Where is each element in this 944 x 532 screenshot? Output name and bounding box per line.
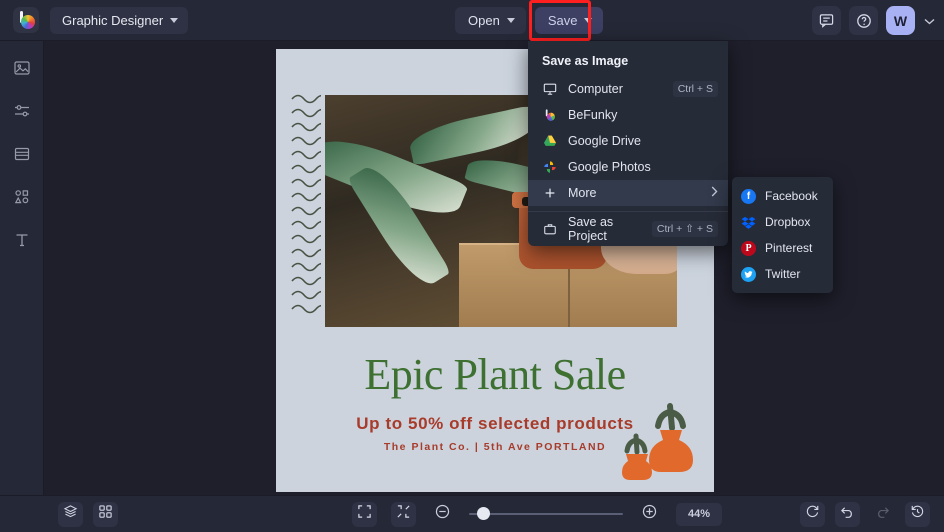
plant-pots-illustration[interactable]	[612, 402, 702, 486]
avatar-initial: W	[894, 13, 907, 29]
befunky-logo[interactable]	[13, 7, 39, 33]
chevron-right-icon	[711, 186, 718, 200]
befunky-icon	[542, 108, 558, 122]
logo-color-wheel	[21, 15, 35, 29]
undo-button[interactable]	[835, 502, 860, 527]
sidebar-item-graphics[interactable]	[7, 186, 37, 212]
briefcase-icon	[542, 222, 558, 236]
fit-screen-button[interactable]	[352, 502, 377, 527]
zoom-controls: 44%	[352, 502, 722, 527]
sidebar-item-text[interactable]	[7, 229, 37, 255]
pinterest-icon: P	[741, 241, 756, 256]
sidebar-item-edit-adjust[interactable]	[7, 100, 37, 126]
computer-icon	[542, 82, 558, 96]
save-menu[interactable]: Save as Image Computer Ctrl + S BeFunky	[528, 41, 728, 246]
menu-item-label: Computer	[568, 82, 663, 96]
menu-item-computer[interactable]: Computer Ctrl + S	[528, 76, 728, 102]
redo-button[interactable]	[870, 502, 895, 527]
menu-item-save-as-project[interactable]: Save as Project Ctrl + ⇧ + S	[528, 216, 728, 242]
zoom-slider-track	[469, 513, 623, 515]
layers-icon	[63, 504, 78, 524]
zoom-out-icon	[434, 503, 451, 525]
layers-button[interactable]	[58, 502, 83, 527]
sidebar-item-templates[interactable]	[7, 143, 37, 169]
chevron-down-icon	[584, 18, 592, 23]
open-button[interactable]: Open	[455, 7, 526, 34]
chevron-down-icon	[170, 18, 178, 23]
history-icon	[910, 504, 925, 524]
menu-divider	[528, 211, 728, 212]
zoom-level-value[interactable]: 44%	[676, 503, 722, 526]
menu-item-google-photos[interactable]: Google Photos	[528, 154, 728, 180]
twitter-icon	[741, 267, 756, 282]
zoom-slider-handle[interactable]	[477, 507, 490, 520]
fit-content-button[interactable]	[391, 502, 416, 527]
sliders-icon	[13, 102, 31, 125]
history-button[interactable]	[905, 502, 930, 527]
save-menu-title: Save as Image	[528, 47, 728, 76]
open-label: Open	[468, 13, 500, 28]
save-button[interactable]: Save	[535, 7, 604, 34]
chat-icon[interactable]	[812, 6, 841, 35]
menu-item-google-drive[interactable]: Google Drive	[528, 128, 728, 154]
canvas-headline[interactable]: Epic Plant Sale	[276, 349, 714, 400]
menu-item-shortcut: Ctrl + S	[673, 81, 718, 97]
left-sidebar	[0, 41, 44, 532]
grid-icon	[98, 504, 113, 524]
bottom-toolbar: 44%	[0, 495, 944, 532]
menu-item-label: BeFunky	[568, 108, 718, 122]
google-photos-icon	[542, 160, 558, 174]
reset-icon	[805, 504, 820, 524]
menu-item-befunky[interactable]: BeFunky	[528, 102, 728, 128]
user-avatar[interactable]: W	[886, 6, 915, 35]
redo-icon	[875, 504, 890, 524]
submenu-item-label: Twitter	[765, 267, 800, 281]
document-name-label: Graphic Designer	[62, 13, 163, 28]
submenu-item-label: Dropbox	[765, 215, 810, 229]
submenu-item-label: Pinterest	[765, 241, 812, 255]
account-chevron-down-icon[interactable]	[924, 12, 935, 30]
center-actions: Open Save	[455, 7, 603, 34]
save-button-wrapper: Save	[535, 7, 604, 34]
image-icon	[13, 59, 31, 82]
zoom-in-icon	[641, 503, 658, 525]
document-name-dropdown[interactable]: Graphic Designer	[50, 7, 188, 34]
menu-item-label: Google Photos	[568, 160, 718, 174]
dropbox-icon	[741, 215, 756, 230]
bottom-right-tools	[800, 502, 930, 527]
zoom-out-button[interactable]	[430, 502, 455, 527]
text-icon	[13, 231, 31, 254]
submenu-item-pinterest[interactable]: P Pinterest	[732, 235, 833, 261]
menu-item-label: More	[568, 186, 701, 200]
shapes-icon	[13, 188, 31, 211]
submenu-item-twitter[interactable]: Twitter	[732, 261, 833, 287]
facebook-icon: f	[741, 189, 756, 204]
zoom-in-button[interactable]	[637, 502, 662, 527]
bottom-left-tools	[58, 502, 118, 527]
menu-item-more[interactable]: More	[528, 180, 728, 206]
submenu-item-dropbox[interactable]: Dropbox	[732, 209, 833, 235]
submenu-item-facebook[interactable]: f Facebook	[732, 183, 833, 209]
thumbnails-button[interactable]	[93, 502, 118, 527]
save-label: Save	[548, 13, 578, 28]
google-drive-icon	[542, 134, 558, 148]
submenu-item-label: Facebook	[765, 189, 818, 203]
plus-icon	[542, 186, 558, 200]
templates-icon	[13, 145, 31, 168]
chevron-down-icon	[507, 18, 515, 23]
help-icon[interactable]	[849, 6, 878, 35]
top-bar: Graphic Designer Open Save	[0, 0, 944, 41]
zoom-slider[interactable]	[469, 507, 623, 521]
menu-item-label: Save as Project	[568, 215, 642, 243]
right-actions: W	[812, 6, 935, 35]
undo-icon	[840, 504, 855, 524]
fit-content-icon	[396, 504, 411, 524]
sidebar-item-image-manager[interactable]	[7, 57, 37, 83]
reset-button[interactable]	[800, 502, 825, 527]
more-submenu[interactable]: f Facebook Dropbox P Pinterest Twitter	[732, 177, 833, 293]
menu-item-label: Google Drive	[568, 134, 718, 148]
fit-screen-icon	[357, 504, 372, 524]
menu-item-shortcut: Ctrl + ⇧ + S	[652, 221, 718, 237]
